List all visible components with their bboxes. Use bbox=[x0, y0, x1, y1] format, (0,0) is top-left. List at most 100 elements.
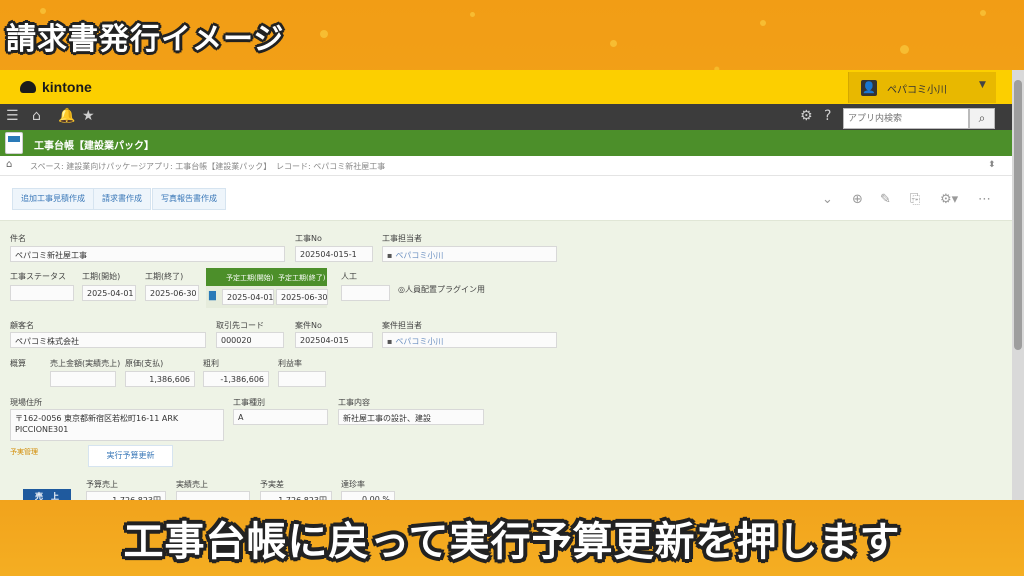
breadcrumb-record: レコード: ペパコミ新社屋工事 bbox=[276, 162, 386, 171]
gross-label: 粗利 bbox=[203, 359, 219, 368]
start-date-field[interactable]: 2025-04-01 bbox=[82, 285, 136, 301]
search-icon[interactable]: ⌕ bbox=[969, 108, 995, 129]
sales-chip: 売 上 bbox=[23, 489, 71, 500]
edit-icon[interactable]: ✎ bbox=[880, 192, 891, 207]
add-record-icon[interactable]: ⊕ bbox=[852, 192, 863, 207]
actual-sales-field[interactable] bbox=[176, 491, 250, 500]
kintone-logo-text: kintone bbox=[42, 79, 92, 95]
achievement-rate-label: 達珍率 bbox=[341, 480, 365, 489]
subject-label: 件名 bbox=[10, 234, 26, 243]
record-action-bar: 追加工事見積作成 請求書作成 写真報告書作成 ⌄ ⊕ ✎ ⎘ ⚙▾ ⋯ bbox=[0, 176, 1012, 220]
update-budget-button[interactable]: 実行予算更新 bbox=[88, 445, 173, 467]
worker-label: 人工 bbox=[341, 272, 357, 281]
copy-icon[interactable]: ⎘ bbox=[910, 192, 920, 207]
budget-sales-field[interactable]: 1,726,823円 bbox=[86, 491, 166, 500]
site-address-line-1: 〒162-0056 東京都新宿区若松町16-11 ARK bbox=[15, 414, 179, 423]
subject-field[interactable]: ペパコミ新社屋工事 bbox=[10, 246, 285, 262]
overlay-title: 請求書発行イメージ bbox=[6, 22, 285, 57]
cost-field[interactable]: 1,386,606 bbox=[125, 371, 195, 387]
chevron-down-icon[interactable]: ⌄ bbox=[822, 192, 833, 207]
difference-label: 予実差 bbox=[260, 480, 284, 489]
breadcrumb-space[interactable]: スペース: 建設業向けパッケージ bbox=[30, 161, 146, 172]
achievement-rate-field[interactable]: 0.00 % bbox=[341, 491, 395, 500]
client-code-field[interactable]: 000020 bbox=[216, 332, 284, 348]
work-no-label: 工事No bbox=[295, 234, 322, 243]
end-date-field[interactable]: 2025-06-30 bbox=[145, 285, 199, 301]
work-type-label: 工事種別 bbox=[233, 398, 265, 407]
budget-section-label: 予実管理 bbox=[10, 448, 38, 456]
star-icon[interactable]: ★ bbox=[82, 108, 95, 124]
summary-label: 概算 bbox=[10, 359, 26, 368]
plan-start-label: 予定工期(開始) bbox=[226, 274, 274, 282]
speck bbox=[320, 30, 328, 38]
case-manager-field[interactable]: ペパコミ小川 bbox=[382, 332, 557, 348]
planned-schedule-header: 予定工期(開始) 予定工期(終了) bbox=[206, 268, 327, 286]
site-address-field[interactable]: 〒162-0056 東京都新宿区若松町16-11 ARK PICCIONE301 bbox=[10, 409, 224, 441]
breadcrumb-app[interactable]: アプリ: 工事台帳【建設業パック】 bbox=[146, 161, 271, 172]
scrollbar[interactable] bbox=[1012, 70, 1024, 500]
status-label: 工事ステータス bbox=[10, 272, 66, 281]
document-icon[interactable]: ▇ bbox=[209, 291, 216, 301]
budget-sales-label: 予算売上 bbox=[86, 480, 118, 489]
customer-label: 顧客名 bbox=[10, 321, 34, 330]
gear-icon[interactable]: ⚙ bbox=[800, 108, 813, 124]
create-invoice-button[interactable]: 請求書作成 bbox=[93, 188, 151, 210]
margin-field[interactable] bbox=[278, 371, 326, 387]
manager-label: 工事担当者 bbox=[382, 234, 422, 243]
actual-sales-label: 実績売上 bbox=[176, 480, 208, 489]
sales-amount-label: 売上金額(実績売上) bbox=[50, 359, 121, 368]
case-no-label: 案件No bbox=[295, 321, 322, 330]
breadcrumb: ⌂ スペース: 建設業向けパッケージ アプリ: 工事台帳【建設業パック】 レコー… bbox=[0, 156, 1012, 176]
user-avatar-icon: 👤 bbox=[861, 80, 877, 96]
site-address-line-2: PICCIONE301 bbox=[15, 425, 69, 434]
breadcrumb-home-icon[interactable]: ⌂ bbox=[6, 159, 12, 170]
user-name: ペパコミ小川 bbox=[887, 85, 947, 96]
record-form: 件名 ペパコミ新社屋工事 工事No 202504-015-1 工事担当者 ペパコ… bbox=[0, 220, 1012, 500]
site-address-label: 現場住所 bbox=[10, 398, 42, 407]
home-icon[interactable]: ⌂ bbox=[32, 108, 41, 124]
app-search-input[interactable] bbox=[843, 108, 969, 129]
work-content-label: 工事内容 bbox=[338, 398, 370, 407]
pin-icon[interactable]: ⬍ bbox=[988, 160, 996, 170]
work-type-field[interactable]: A bbox=[233, 409, 328, 425]
app-bar: 工事台帳【建設業パック】 bbox=[0, 130, 1012, 156]
kintone-header: kintone 👤 ペパコミ小川 ▼ bbox=[0, 70, 1012, 104]
plan-end-field[interactable]: 2025-06-30 bbox=[276, 289, 328, 305]
overlay-caption: 工事台帳に戻って実行予算更新を押します bbox=[123, 519, 901, 565]
app-name[interactable]: 工事台帳【建設業パック】 bbox=[34, 137, 154, 152]
plan-end-label: 予定工期(終了) bbox=[278, 274, 326, 282]
case-manager-label: 案件担当者 bbox=[382, 321, 422, 330]
work-content-field[interactable]: 新社屋工事の設計、建設 bbox=[338, 409, 484, 425]
more-options-icon[interactable]: ⋯ bbox=[978, 192, 991, 207]
sales-amount-field[interactable] bbox=[50, 371, 116, 387]
start-label: 工期(開始) bbox=[82, 272, 121, 281]
gross-field[interactable]: -1,386,606 bbox=[203, 371, 269, 387]
speck bbox=[900, 45, 909, 54]
settings-gear-icon[interactable]: ⚙▾ bbox=[940, 192, 958, 207]
speck bbox=[760, 20, 766, 26]
kintone-logo-icon bbox=[20, 81, 36, 93]
help-icon[interactable]: ? bbox=[824, 108, 831, 124]
menu-icon[interactable]: ☰ bbox=[6, 108, 19, 124]
margin-label: 利益率 bbox=[278, 359, 302, 368]
manager-field[interactable]: ペパコミ小川 bbox=[382, 246, 557, 262]
user-menu[interactable]: 👤 ペパコミ小川 ▼ bbox=[848, 72, 996, 103]
work-no-field[interactable]: 202504-015-1 bbox=[295, 246, 373, 262]
plugin-note: ◎人員配置プラグイン用 bbox=[398, 285, 485, 294]
client-code-label: 取引先コード bbox=[216, 321, 264, 330]
difference-field[interactable]: 1,726,823円 bbox=[260, 491, 332, 500]
scroll-thumb[interactable] bbox=[1014, 80, 1022, 350]
bell-icon[interactable]: 🔔 bbox=[58, 108, 75, 124]
add-estimate-button[interactable]: 追加工事見積作成 bbox=[12, 188, 94, 210]
worker-field[interactable] bbox=[341, 285, 390, 301]
kintone-logo[interactable]: kintone bbox=[20, 79, 92, 95]
case-no-field[interactable]: 202504-015 bbox=[295, 332, 373, 348]
speck bbox=[610, 40, 617, 47]
plan-start-field[interactable]: 2025-04-01 bbox=[222, 289, 274, 305]
chevron-down-icon: ▼ bbox=[979, 80, 986, 90]
customer-field[interactable]: ペパコミ株式会社 bbox=[10, 332, 206, 348]
photo-report-button[interactable]: 写真報告書作成 bbox=[152, 188, 226, 210]
status-field[interactable] bbox=[10, 285, 74, 301]
speck bbox=[470, 12, 475, 17]
kintone-screen: kintone 👤 ペパコミ小川 ▼ ☰ ⌂ 🔔 ★ ⚙ ? ⌕ 工事台帳【建設… bbox=[0, 70, 1012, 500]
